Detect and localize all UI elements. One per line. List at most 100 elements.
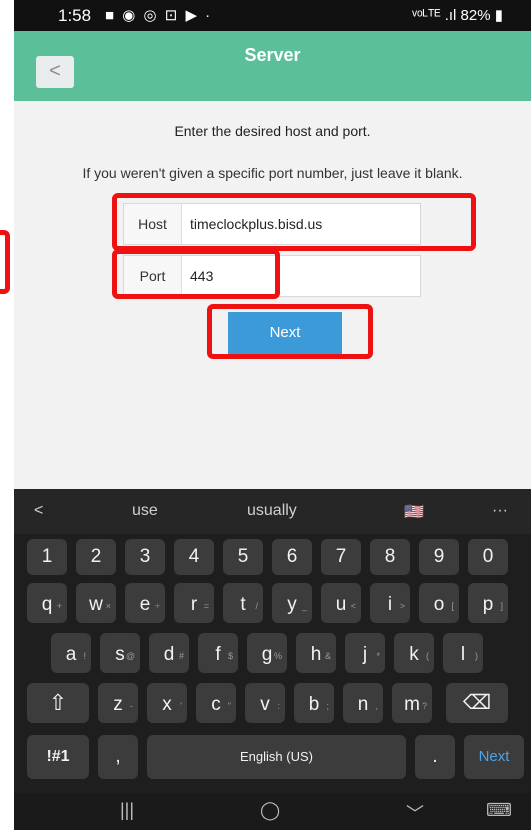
suggestion-bar: < use usually 🇺🇸 ··· [14,489,531,534]
key-alt-label: ! [83,651,86,661]
key-label: f [215,644,221,665]
key-label: o [433,594,445,615]
annotation-host-box [112,193,476,251]
status-right: ᵛᵒᴸᵀᴱ .ıl 82% ▮ [412,6,503,24]
key-c[interactable]: " c [196,683,236,723]
key-label: q [41,594,53,615]
home-icon[interactable]: ◯ [260,800,280,821]
comma-key[interactable]: , [98,735,138,779]
key-alt-label: ] [500,601,503,611]
key-3[interactable]: 3 [125,539,165,575]
key-6[interactable]: 6 [272,539,312,575]
key-t[interactable]: / t [223,583,263,623]
key-l[interactable]: ) l [443,633,483,673]
symbols-key[interactable]: !#1 [27,735,89,779]
battery-icon: ▮ [494,7,503,24]
key-4[interactable]: 4 [174,539,214,575]
suggestion-back-icon[interactable]: < [34,502,43,520]
key-7[interactable]: 7 [321,539,361,575]
key-u[interactable]: < u [321,583,361,623]
page-title: Server [244,45,301,65]
key-alt-label: > [399,601,405,611]
key-alt-label: $ [227,651,233,661]
key-label: g [261,644,273,665]
period-key[interactable]: . [415,735,455,779]
key-n[interactable]: ,n [343,683,383,723]
key-b[interactable]: ; b [294,683,334,723]
back-nav-icon[interactable]: ﹀ [406,800,424,826]
key-label: s [115,644,125,665]
key-9[interactable]: 9 [419,539,459,575]
space-key[interactable]: English (US) [147,735,406,779]
phone-screen: 1:58 ■ ◉ ◎ ⊡ ▶ · ᵛᵒᴸᵀᴱ .ıl 82% ▮ < Serve… [14,0,531,830]
key-alt-label: @ [125,651,135,661]
key-q[interactable]: + q [27,583,67,623]
key-alt-label: ? [421,701,427,711]
key-m[interactable]: ? m [392,683,432,723]
key-label: a [65,644,77,665]
status-bar: 1:58 ■ ◉ ◎ ⊡ ▶ · ᵛᵒᴸᵀᴱ .ıl 82% ▮ [14,0,531,31]
key-k[interactable]: (k [394,633,434,673]
recents-icon[interactable]: ||| [120,800,134,821]
key-z[interactable]: -z [98,683,138,723]
key-alt-label: ) [475,651,478,661]
key-label: u [335,594,347,615]
key-w[interactable]: × w [76,583,116,623]
suggestion-item[interactable]: use [132,502,158,520]
key-1[interactable]: 1 [27,539,67,575]
language-flag-icon[interactable]: 🇺🇸 [404,502,424,522]
key-alt-label: = [203,601,209,611]
key-h[interactable]: & h [296,633,336,673]
key-f[interactable]: $ f [198,633,238,673]
key-label: b [308,694,320,715]
key-o[interactable]: [o [419,583,459,623]
key-label: e [139,594,151,615]
key-alt-label: - [130,701,133,711]
key-y[interactable]: _ y [272,583,312,623]
key-alt-label: ; [326,701,329,711]
key-0[interactable]: 0 [468,539,508,575]
key-label: v [260,694,270,715]
key-a[interactable]: ! a [51,633,91,673]
key-alt-label: # [178,651,184,661]
key-d[interactable]: # d [149,633,189,673]
key-label: d [163,644,175,665]
key-label: k [409,644,419,665]
key-label: h [310,644,322,665]
key-alt-label: & [324,651,331,661]
shift-key[interactable]: ⇧ [27,683,89,723]
more-icon[interactable]: ··· [492,502,508,520]
status-time: 1:58 [58,6,92,25]
instruction-text: Enter the desired host and port. [174,123,371,139]
app-bar: < Server [14,31,531,101]
suggestion-item[interactable]: usually [247,502,297,520]
key-alt-label: : [277,701,280,711]
keyboard-icon[interactable]: ⌨ [486,800,512,821]
key-v[interactable]: :v [245,683,285,723]
key-label: y [287,594,297,615]
key-p[interactable]: ] p [468,583,508,623]
key-j[interactable]: * j [345,633,385,673]
key-i[interactable]: > i [370,583,410,623]
key-label: x [162,694,172,715]
server-form: Enter the desired host and port. If you … [14,101,531,489]
key-alt-label: ÷ [155,601,160,611]
key-8[interactable]: 8 [370,539,410,575]
key-label: c [211,694,221,715]
key-alt-label: ( [426,651,429,661]
key-g[interactable]: % g [247,633,287,673]
key-5[interactable]: 5 [223,539,263,575]
key-x[interactable]: ' x [147,683,187,723]
next-action-key[interactable]: Next [464,735,524,779]
key-label: l [460,644,466,665]
key-2[interactable]: 2 [76,539,116,575]
key-label: i [387,594,393,615]
key-alt-label: ' [180,701,182,711]
key-e[interactable]: ÷ e [125,583,165,623]
key-label: p [482,594,494,615]
key-s[interactable]: @ s [100,633,140,673]
annotation-port-box [112,249,280,299]
key-r[interactable]: = r [174,583,214,623]
backspace-key[interactable]: ⌫ [446,683,508,723]
notification-icons: ■ ◉ ◎ ⊡ ▶ · [105,7,213,24]
